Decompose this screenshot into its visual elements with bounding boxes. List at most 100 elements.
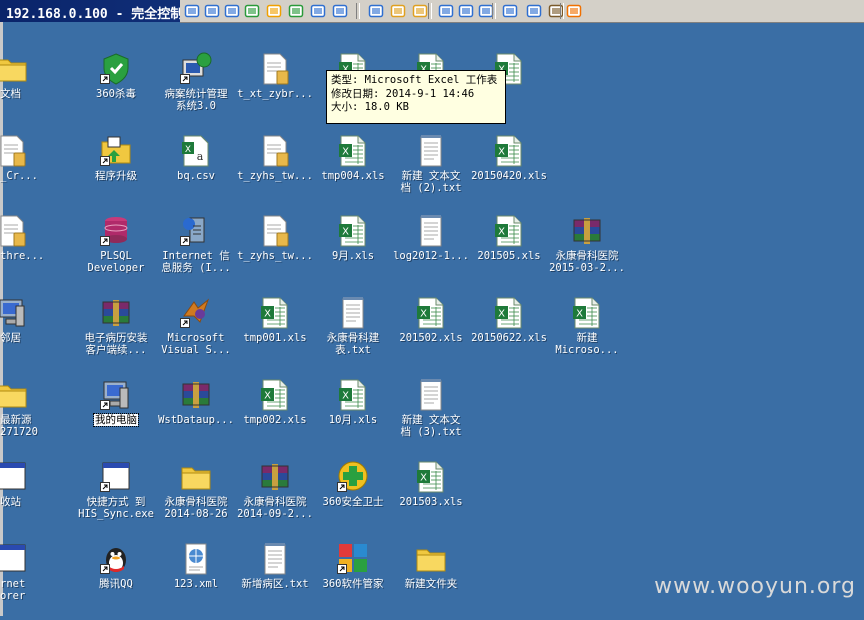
window-icon[interactable] (438, 3, 454, 19)
desktop-icon-34[interactable]: 永康骨科医院 2014-09-2... (233, 460, 317, 538)
chat-icon[interactable] (332, 3, 348, 19)
desktop-icon-partial-6[interactable]: 收站 (0, 460, 54, 538)
fullscreen-icon[interactable] (204, 3, 220, 19)
desktop-icon-partial-2[interactable]: _Cr... (0, 134, 54, 212)
upload-icon[interactable] (368, 3, 384, 19)
desktop-icon-3[interactable]: t_xt_zybr... (233, 52, 317, 130)
rar-icon (259, 460, 291, 494)
desktop-icon-label: 201505.xls (477, 250, 541, 262)
desktop-icon-label: 文档 (0, 88, 21, 100)
toolbar-separator (492, 3, 496, 19)
window-icon (100, 460, 132, 494)
svg-text:X: X (342, 147, 349, 158)
lock-alt-icon[interactable] (412, 3, 428, 19)
desktop-icon-label: 快捷方式 到 HIS_Sync.exe (78, 496, 154, 520)
xls-icon: X (571, 296, 603, 330)
desktop-icon-19[interactable]: 永康骨科医院 2015-03-2... (545, 214, 629, 292)
desktop-icon-39[interactable]: 新增病区.txt (233, 542, 317, 620)
monitor-icon[interactable] (184, 3, 200, 19)
txt-icon (415, 134, 447, 168)
desktop-icon-label: 邻居 (0, 332, 21, 344)
desktop-icon-label: 腾讯QQ (99, 578, 133, 590)
terminal-icon[interactable] (224, 3, 240, 19)
power-icon[interactable] (266, 3, 282, 19)
desktop-icon-16[interactable]: X 9月.xls (311, 214, 395, 292)
desktop-icon-23[interactable]: 永康骨科建 表.txt (311, 296, 395, 374)
desktop-icon-11[interactable]: 新建 文本文 档 (2).txt (389, 134, 473, 212)
computer-icon (0, 296, 28, 330)
xls-icon: X (493, 296, 525, 330)
desktop-icon-27[interactable]: 我的电脑 (74, 378, 158, 456)
desktop-icon-partial-1[interactable]: 文档 (0, 52, 54, 130)
desktop-icon-label: _Cr... (0, 170, 38, 182)
desktop-icon-37[interactable]: 腾讯QQ (74, 542, 158, 620)
lock-icon[interactable] (390, 3, 406, 19)
desktop-icon-41[interactable]: 新建文件夹 (389, 542, 473, 620)
desktop-icon-31[interactable]: 新建 文本文 档 (3).txt (389, 378, 473, 456)
desktop-icon-label: 新建文件夹 (404, 578, 458, 590)
desktop-icon-12[interactable]: X 20150420.xls (467, 134, 551, 212)
db-icon (100, 214, 132, 248)
desktop-icon-22[interactable]: Xtmp001.xls (233, 296, 317, 374)
phone-icon[interactable] (310, 3, 326, 19)
desktop-icon-26[interactable]: X 新建 Microso... (545, 296, 629, 374)
desktop-icon-label-text: 我的电脑 (93, 413, 139, 427)
screenshot-icon[interactable] (526, 3, 542, 19)
xls-icon: X (259, 296, 291, 330)
desktop-icon-partial-7[interactable]: rnet orer (0, 542, 54, 620)
desktop-icon-35[interactable]: 360安全卫士 (311, 460, 395, 538)
desktop-icon-20[interactable]: 电子病历安装 客户端续... (74, 296, 158, 374)
desktop-icon-label: 程序升级 (95, 170, 137, 182)
desktop-icon-label: tmp004.xls (321, 170, 385, 182)
transfer-icon[interactable] (244, 3, 260, 19)
desktop-icon-17[interactable]: log2012-1... (389, 214, 473, 292)
xls-icon: X (337, 214, 369, 248)
window-icon (0, 542, 28, 576)
desktop-icon-25[interactable]: X 20150622.xls (467, 296, 551, 374)
desktop-icon-18[interactable]: X 201505.xls (467, 214, 551, 292)
desktop-icon-13[interactable]: PLSQL Developer (74, 214, 158, 292)
desktop-icon-36[interactable]: X 201503.xls (389, 460, 473, 538)
close-icon[interactable] (566, 3, 582, 19)
desktop-icon-partial-5[interactable]: 最新源 271720 (0, 378, 54, 456)
xls-icon: X (415, 460, 447, 494)
users-icon[interactable] (288, 3, 304, 19)
desktop-icon-8[interactable]: Xa bq.csv (154, 134, 238, 212)
fit-icon[interactable] (458, 3, 474, 19)
window-icon (0, 460, 28, 494)
desktop-icon-label: tmp001.xls (243, 332, 307, 344)
desktop-icon-label: 123.xml (173, 578, 219, 590)
desktop-icon-33[interactable]: 永康骨科医院 2014-08-26 (154, 460, 238, 538)
desktop-icon-9[interactable]: t_zyhs_tw... (233, 134, 317, 212)
desktop-icon-label: 收站 (0, 496, 21, 508)
desktop-icon-10[interactable]: Xtmp004.xls (311, 134, 395, 212)
desktop-icon-15[interactable]: t_zyhs_tw... (233, 214, 317, 292)
refresh-icon[interactable] (502, 3, 518, 19)
desktop-icon-38[interactable]: 123.xml (154, 542, 238, 620)
desktop-icon-14[interactable]: Internet 信 息服务 (I... (154, 214, 238, 292)
desktop-icon-1[interactable]: 360杀毒 (74, 52, 158, 130)
xls-icon: X (415, 296, 447, 330)
xls-icon: X (259, 378, 291, 412)
desktop-icon-label: 201502.xls (399, 332, 463, 344)
svg-text:X: X (264, 309, 271, 320)
desktop-icon-7[interactable]: 程序升级 (74, 134, 158, 212)
desktop-icon-partial-3[interactable]: thre... (0, 214, 54, 292)
folder-icon (415, 542, 447, 576)
desktop-icon-label: 20150622.xls (471, 332, 547, 344)
desktop-icon-30[interactable]: X 10月.xls (311, 378, 395, 456)
desktop-icon-24[interactable]: X 201502.xls (389, 296, 473, 374)
desktop-icon-2[interactable]: 病案统计管理 系统3.0 (154, 52, 238, 130)
desktop-icon-label: 新增病区.txt (241, 578, 309, 590)
folder-icon (0, 378, 28, 412)
desktop-icon-32[interactable]: 快捷方式 到 HIS_Sync.exe (74, 460, 158, 538)
remote-control-toolbar (180, 0, 864, 23)
desktop-icon-label: 我的电脑 (74, 413, 158, 427)
desktop-icon-40[interactable]: 360软件管家 (311, 542, 395, 620)
toolbar-separator (428, 3, 432, 19)
desktop-icon-28[interactable]: WstDataup... (154, 378, 238, 456)
desktop-icon-29[interactable]: Xtmp002.xls (233, 378, 317, 456)
desktop-icon-partial-4[interactable]: 邻居 (0, 296, 54, 374)
desktop-icon-label: 新建 文本文 档 (3).txt (400, 414, 462, 438)
desktop-icon-21[interactable]: Microsoft Visual S... (154, 296, 238, 374)
